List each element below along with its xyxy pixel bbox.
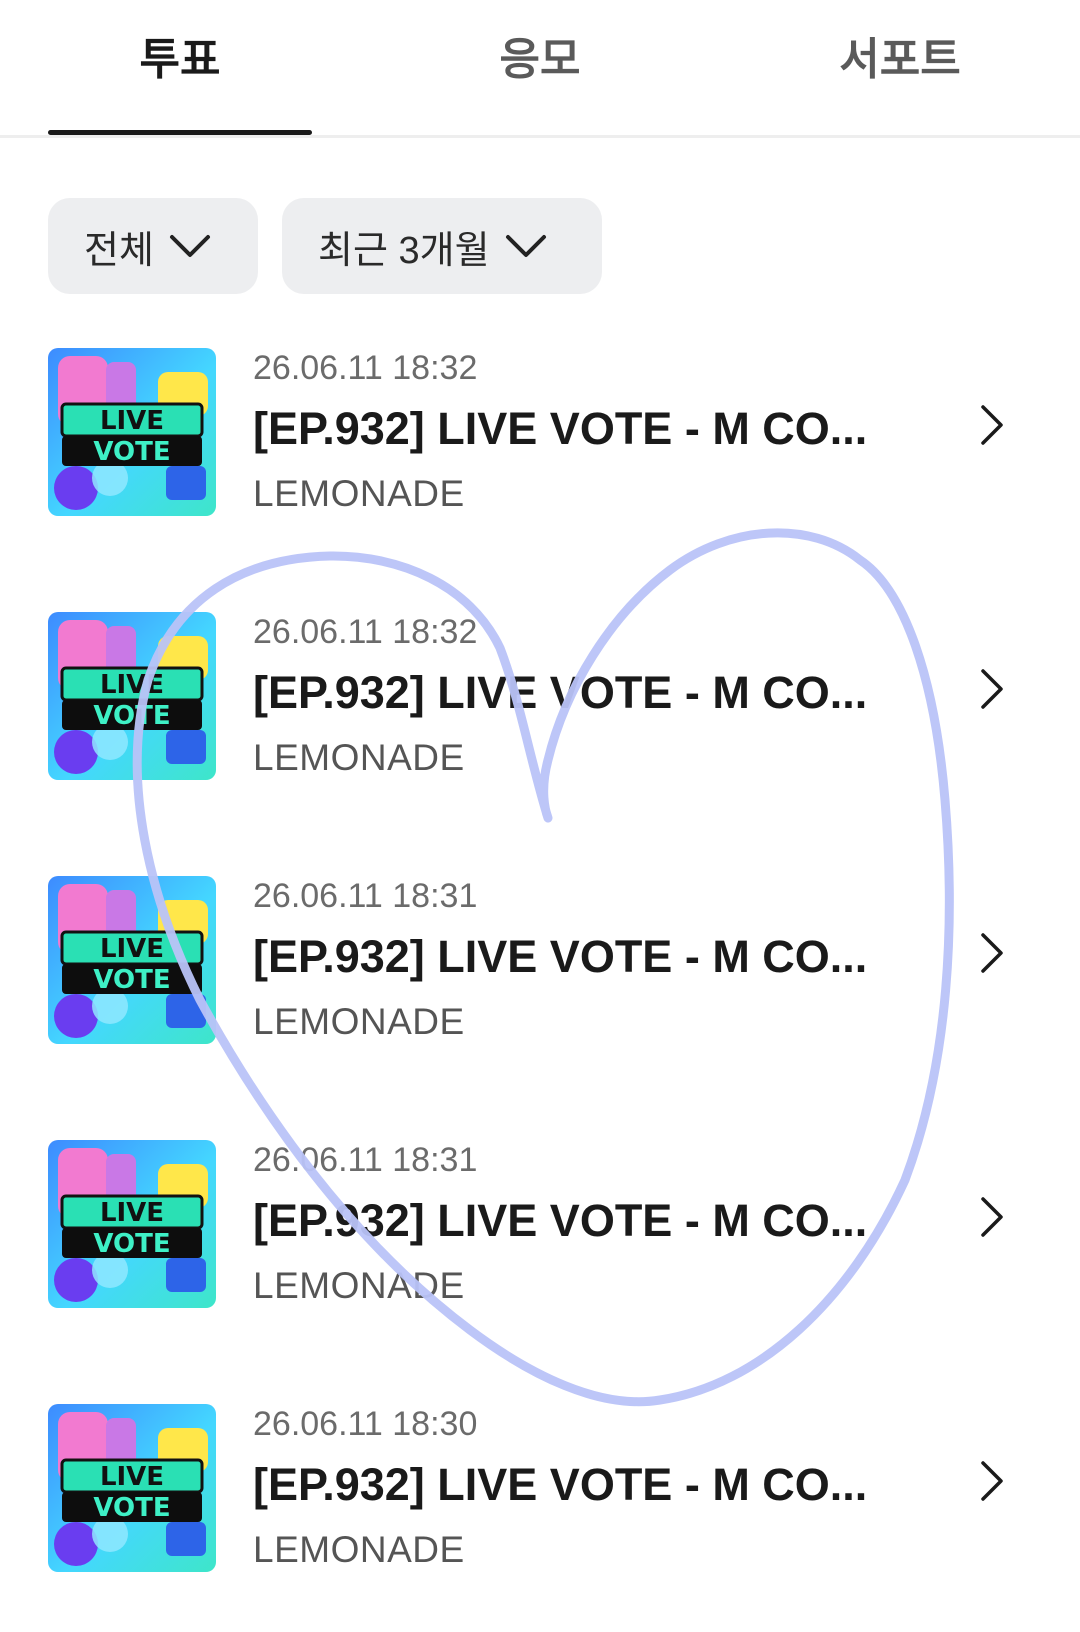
vote-date: 26.06.11 18:32 bbox=[253, 613, 478, 651]
list-item[interactable]: LIVE VOTE 26.06.11 18:32 [EP.932] LIVE VOTE… bbox=[0, 340, 1080, 540]
vote-artist: LEMONADE bbox=[253, 1529, 465, 1570]
vote-title: [EP.932] LIVE VOTE - M CO... bbox=[253, 667, 868, 718]
list-item[interactable]: LIVE VOTE 26.06.11 18:31 [EP.932] LIVE VOTE… bbox=[0, 1132, 1080, 1332]
thumb-line-2: VOTE bbox=[93, 1229, 171, 1259]
vote-title: [EP.932] LIVE VOTE - M CO... bbox=[253, 931, 868, 982]
chevron-right-icon bbox=[981, 1197, 1003, 1237]
vote-artist: LEMONADE bbox=[253, 737, 465, 778]
chevron-right-icon bbox=[981, 933, 1003, 973]
vote-thumbnail: LIVE VOTE bbox=[48, 612, 216, 780]
tab-vote[interactable]: 투표 bbox=[48, 30, 312, 90]
vote-title: [EP.932] LIVE VOTE - M CO... bbox=[253, 1195, 868, 1246]
vote-date: 26.06.11 18:30 bbox=[253, 1405, 478, 1443]
vote-date: 26.06.11 18:32 bbox=[253, 349, 478, 387]
thumb-line-1: LIVE bbox=[99, 1198, 165, 1228]
thumb-line-1: LIVE bbox=[99, 670, 165, 700]
vote-title: [EP.932] LIVE VOTE - M CO... bbox=[253, 1459, 868, 1510]
thumb-line-1: LIVE bbox=[99, 1462, 165, 1492]
vote-date: 26.06.11 18:31 bbox=[253, 1141, 478, 1179]
thumb-line-1: LIVE bbox=[99, 406, 165, 436]
chevron-right-icon bbox=[981, 405, 1003, 445]
filter-all-dropdown[interactable]: 전체 bbox=[48, 198, 258, 294]
thumb-line-2: VOTE bbox=[93, 701, 171, 731]
vote-thumbnail: LIVE VOTE bbox=[48, 348, 216, 516]
vote-artist: LEMONADE bbox=[253, 1001, 465, 1042]
thumb-line-2: VOTE bbox=[93, 1493, 171, 1523]
chevron-down-icon bbox=[505, 235, 546, 257]
vote-title: [EP.932] LIVE VOTE - M CO... bbox=[253, 403, 868, 454]
vote-thumbnail: LIVE VOTE bbox=[48, 876, 216, 1044]
vote-thumbnail: LIVE VOTE bbox=[48, 1140, 216, 1308]
vote-artist: LEMONADE bbox=[253, 473, 465, 514]
chevron-right-icon bbox=[981, 669, 1003, 709]
filter-all-label: 전체 bbox=[84, 229, 154, 272]
thumb-line-2: VOTE bbox=[93, 965, 171, 995]
vote-thumbnail: LIVE VOTE bbox=[48, 1404, 216, 1572]
active-tab-indicator bbox=[48, 130, 312, 135]
tab-apply[interactable]: 응모 bbox=[408, 30, 672, 90]
list-item[interactable]: LIVE VOTE 26.06.11 18:31 [EP.932] LIVE VOTE… bbox=[0, 868, 1080, 1068]
vote-artist: LEMONADE bbox=[253, 1265, 465, 1306]
filter-period-dropdown[interactable]: 최근 3개월 bbox=[282, 198, 602, 294]
chevron-down-icon bbox=[169, 235, 210, 257]
chevron-right-icon bbox=[981, 1461, 1003, 1501]
tab-support[interactable]: 서포트 bbox=[768, 30, 1032, 90]
thumb-line-2: VOTE bbox=[93, 437, 171, 467]
vote-date: 26.06.11 18:31 bbox=[253, 877, 478, 915]
list-item[interactable]: LIVE VOTE 26.06.11 18:32 [EP.932] LIVE VOTE… bbox=[0, 604, 1080, 804]
tab-bar: 투표 응모 서포트 bbox=[0, 0, 1080, 138]
thumb-line-1: LIVE bbox=[99, 934, 165, 964]
list-item[interactable]: LIVE VOTE 26.06.11 18:30 [EP.932] LIVE VOTE… bbox=[0, 1396, 1080, 1596]
filter-period-label: 최근 3개월 bbox=[318, 229, 490, 272]
